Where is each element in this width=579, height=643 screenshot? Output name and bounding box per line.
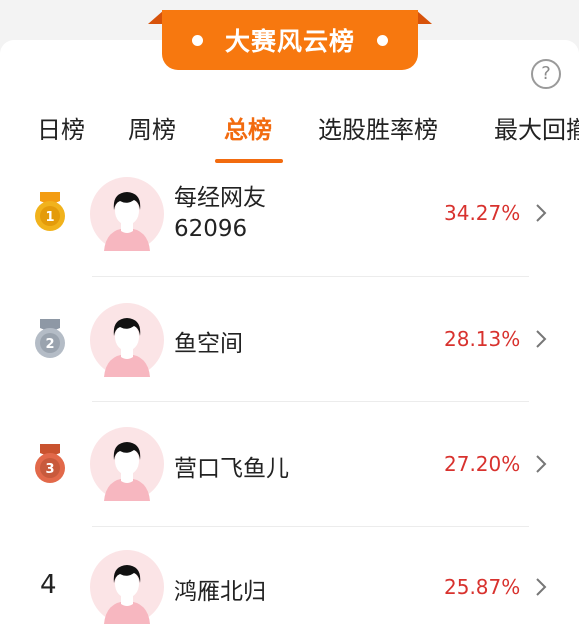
user-name: 每经网友 <box>174 185 266 211</box>
avatar[interactable] <box>90 177 164 251</box>
avatar[interactable] <box>90 303 164 377</box>
medal-rank-label: 3 <box>45 462 54 477</box>
return-rate: 28.13% <box>444 327 521 351</box>
user-name: 营口飞鱼儿 <box>174 456 289 482</box>
tab-daily[interactable]: 日榜 <box>37 110 85 145</box>
silver-medal-icon: 2 <box>35 319 65 358</box>
chevron-right-icon[interactable] <box>534 576 548 598</box>
user-name-line2: 62096 <box>174 216 248 242</box>
active-tab-indicator <box>215 159 283 163</box>
chevron-right-icon[interactable] <box>534 453 548 475</box>
leaderboard-banner: 大赛风云榜 <box>148 10 432 72</box>
rank-number: 4 <box>40 570 57 600</box>
return-rate: 25.87% <box>444 575 521 599</box>
return-rate: 27.20% <box>444 452 521 476</box>
banner-title: 大赛风云榜 <box>224 27 355 56</box>
medal-rank-label: 1 <box>45 210 54 225</box>
leaderboard-row[interactable]: 3 营口飞鱼儿 27.20% <box>0 402 579 526</box>
return-rate: 34.27% <box>444 201 521 225</box>
medal-rank-label: 2 <box>45 337 54 352</box>
gold-medal-icon: 1 <box>35 192 65 231</box>
bronze-medal-icon: 3 <box>35 444 65 483</box>
user-name: 鱼空间 <box>174 331 243 357</box>
help-icon[interactable]: ? <box>531 59 561 89</box>
banner-dot-left <box>191 34 203 46</box>
tab-max-drawdown[interactable]: 最大回撤 <box>494 110 579 145</box>
avatar[interactable] <box>90 427 164 501</box>
avatar[interactable] <box>90 550 164 624</box>
chevron-right-icon[interactable] <box>534 328 548 350</box>
tab-weekly[interactable]: 周榜 <box>128 110 176 145</box>
chevron-right-icon[interactable] <box>534 202 548 224</box>
leaderboard-row[interactable]: 2 鱼空间 28.13% <box>0 277 579 401</box>
leaderboard-row[interactable]: 4 鸿雁北归 25.87% <box>0 527 579 643</box>
tab-stock-win-rate[interactable]: 选股胜率榜 <box>318 110 438 145</box>
tab-overall[interactable]: 总榜 <box>224 110 272 145</box>
leaderboard-row[interactable]: 1 每经网友 62096 34.27% <box>0 172 579 276</box>
user-name: 鸿雁北归 <box>174 579 266 605</box>
banner-dot-right <box>377 34 388 46</box>
